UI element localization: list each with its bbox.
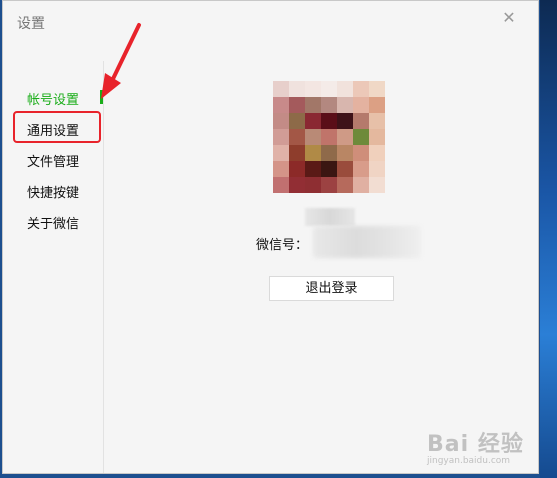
baidu-jingyan-watermark: Bai 经验 jingyan.baidu.com: [427, 426, 524, 466]
annotation-arrow-icon: [101, 23, 141, 99]
window-title: 设置: [17, 16, 45, 32]
close-icon[interactable]: ✕: [500, 9, 518, 27]
sidebar-item-shortcuts[interactable]: 快捷按键: [27, 182, 79, 201]
wechat-id-blurred: [313, 226, 421, 258]
desktop-background: [540, 0, 557, 478]
avatar[interactable]: [273, 81, 385, 193]
watermark-main: Bai 经验: [427, 432, 524, 457]
sidebar-item-file-management[interactable]: 文件管理: [27, 151, 79, 170]
nickname-blurred: [305, 208, 355, 226]
sidebar-item-account-settings[interactable]: 帐号设置: [27, 89, 79, 108]
logout-button[interactable]: 退出登录: [269, 276, 394, 301]
settings-window: 设置 ✕ 帐号设置 通用设置 文件管理 快捷按键 关于微信 微信号： 退出登录 …: [2, 0, 539, 474]
annotation-highlight-box: [13, 111, 101, 143]
watermark-sub: jingyan.baidu.com: [427, 456, 511, 466]
wechat-id-label: 微信号：: [256, 238, 309, 253]
sidebar-item-about[interactable]: 关于微信: [27, 213, 79, 232]
